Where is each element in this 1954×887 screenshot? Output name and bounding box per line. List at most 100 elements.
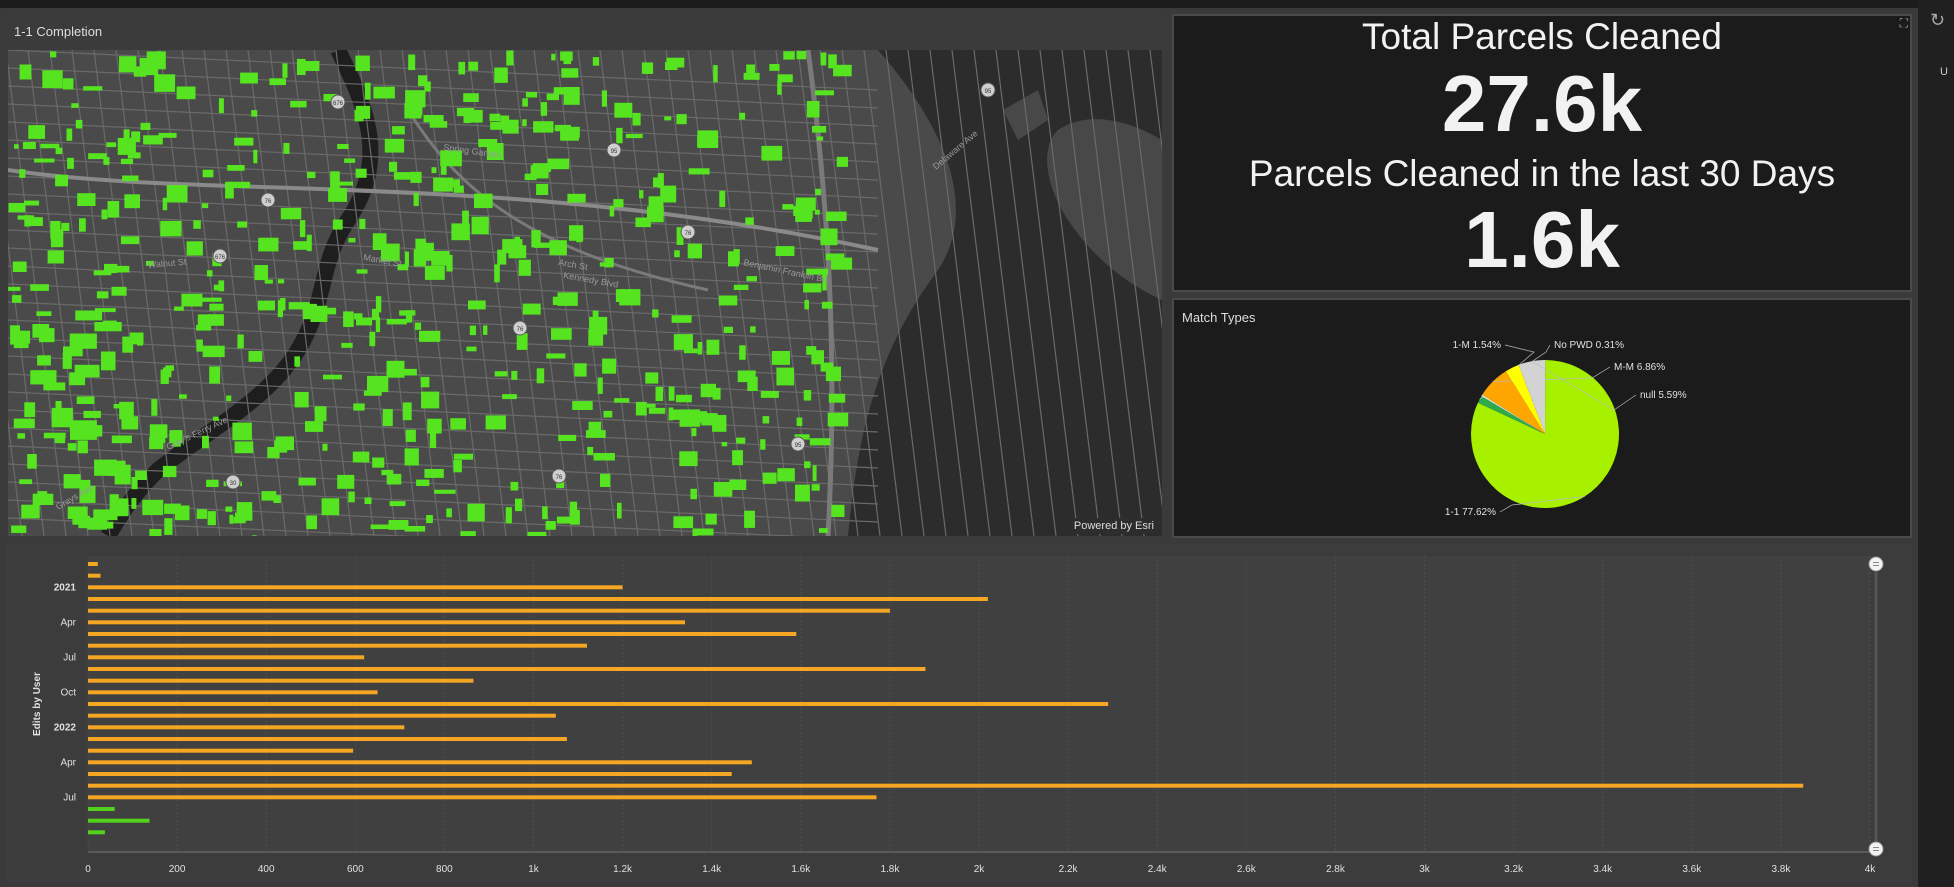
bar[interactable] <box>88 737 567 741</box>
x-tick-label: 1.4k <box>702 864 722 875</box>
parcel <box>201 203 209 209</box>
parcel <box>154 74 176 92</box>
parcel <box>558 294 574 302</box>
parcel <box>111 286 127 296</box>
bar[interactable] <box>88 620 685 625</box>
parcel <box>424 469 444 478</box>
map-canvas[interactable]: 6769576676769530769576Spring GardenMarke… <box>8 50 1162 536</box>
bar[interactable] <box>88 632 797 636</box>
parcel <box>540 102 548 116</box>
bar[interactable] <box>88 702 1109 706</box>
parcel <box>783 51 795 60</box>
parcel <box>506 50 514 66</box>
bar[interactable] <box>88 608 890 613</box>
bar[interactable] <box>88 807 115 811</box>
parcel <box>37 355 51 366</box>
parcel <box>305 421 324 432</box>
parcel <box>420 242 434 261</box>
parcel <box>164 518 173 535</box>
parcel <box>729 479 747 490</box>
parcel <box>364 82 371 100</box>
parcel <box>603 410 613 418</box>
parcel <box>746 64 756 75</box>
scroll-handle[interactable] <box>1868 556 1884 572</box>
bar[interactable] <box>88 643 587 648</box>
parcel <box>93 509 118 521</box>
parcel <box>762 416 770 424</box>
refresh-icon[interactable]: ↻ <box>1930 10 1945 31</box>
pie-chart[interactable]: 1-1 77.62% 1-M 1.54% No PWD 0.31% M-M 6.86%… <box>1174 300 1910 536</box>
parcel <box>235 512 253 521</box>
parcel <box>821 301 833 309</box>
parcel <box>209 366 221 384</box>
parcel <box>532 163 552 172</box>
parcel <box>815 90 834 96</box>
parcel <box>321 498 340 516</box>
parcel <box>777 80 782 95</box>
bar[interactable] <box>88 585 623 590</box>
bar[interactable] <box>88 795 877 800</box>
x-tick-label: 3.8k <box>1771 864 1791 875</box>
parcel <box>404 526 426 532</box>
parcel <box>371 308 379 321</box>
bar[interactable] <box>88 818 150 823</box>
parcel <box>697 130 719 148</box>
bar[interactable] <box>88 830 105 835</box>
parcel <box>648 196 664 208</box>
parcel <box>228 181 251 188</box>
parcel <box>652 309 659 318</box>
parcel <box>24 402 36 418</box>
parcel <box>12 295 22 303</box>
parcel <box>174 306 184 311</box>
bar[interactable] <box>88 667 926 671</box>
parcel <box>732 450 743 466</box>
x-tick-label: 2.8k <box>1326 864 1346 875</box>
bar[interactable] <box>88 562 98 566</box>
parcel <box>160 432 166 443</box>
parcel <box>193 220 201 229</box>
highway-shield-label: 95 <box>985 89 992 95</box>
bar[interactable] <box>88 783 1804 788</box>
highway-shield-label: 676 <box>333 101 344 107</box>
bar[interactable] <box>88 678 474 683</box>
parcel <box>471 216 489 235</box>
parcel <box>424 265 445 280</box>
parcel <box>156 51 161 66</box>
bar[interactable] <box>88 760 752 765</box>
parcel <box>11 525 27 533</box>
parcel <box>718 295 738 306</box>
bar[interactable] <box>88 725 405 730</box>
parcel <box>382 409 393 427</box>
parcel <box>21 504 40 519</box>
parcel <box>83 86 103 91</box>
parcel <box>815 188 821 195</box>
parcel <box>207 511 216 526</box>
bar[interactable] <box>88 690 378 695</box>
fullscreen-icon[interactable]: ⛶ <box>1900 16 1908 31</box>
parcel <box>314 406 327 422</box>
map-view[interactable]: 676 95 76 676 76 95 30 76 95 76 Spring Garden Marke… <box>8 50 1162 536</box>
highway-shield-label: 76 <box>685 231 692 237</box>
parcel <box>275 436 294 451</box>
parcel <box>386 473 402 485</box>
parcel <box>625 133 643 139</box>
scroll-handle[interactable] <box>1868 841 1884 857</box>
parcel <box>79 218 86 232</box>
parcel <box>258 300 275 311</box>
pie-data-label: null 5.59% <box>1640 390 1687 401</box>
bar[interactable] <box>88 713 556 718</box>
bar[interactable] <box>88 772 732 776</box>
parcel <box>713 65 718 83</box>
bar[interactable] <box>88 655 365 660</box>
parcel <box>328 188 347 202</box>
bar-chart[interactable]: 0 200 400 600 800 1k 1.2k 1.4k 1.6k 1.8k 2k 2.2k 2.4… <box>6 544 1912 882</box>
bar[interactable] <box>88 573 101 578</box>
bar[interactable] <box>88 597 988 601</box>
parcel <box>142 499 164 516</box>
bar[interactable] <box>88 748 354 753</box>
y-tick-label: Apr <box>60 757 76 768</box>
parcel <box>804 461 811 469</box>
parcel <box>733 284 749 290</box>
parcel <box>76 396 95 404</box>
parcel <box>206 479 219 487</box>
